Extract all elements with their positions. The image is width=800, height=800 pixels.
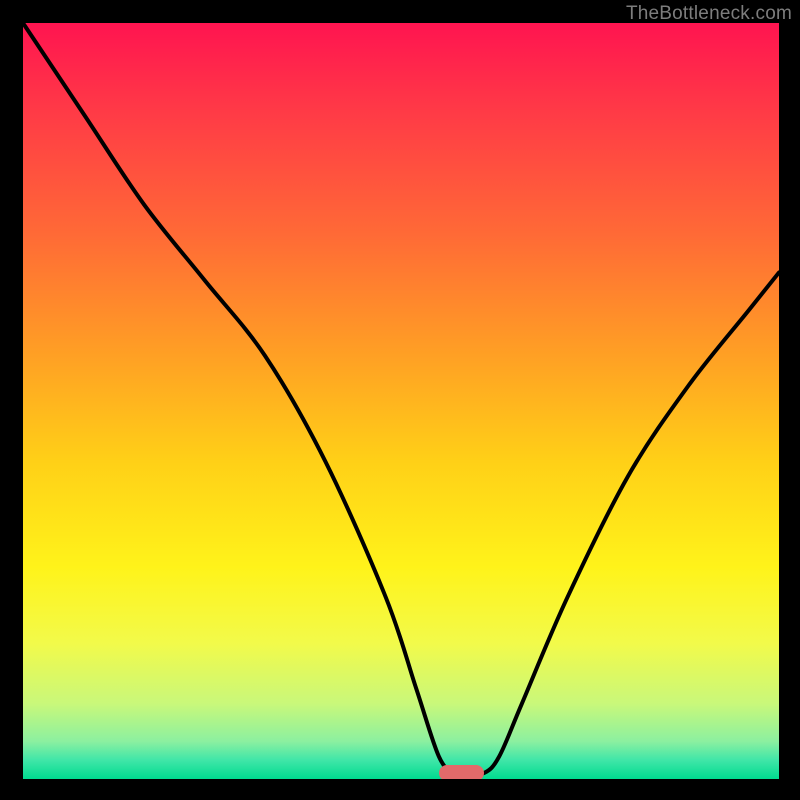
bottleneck-curve <box>23 23 779 779</box>
chart-container: TheBottleneck.com <box>0 0 800 800</box>
watermark-text: TheBottleneck.com <box>626 3 792 25</box>
plot-area <box>23 23 779 779</box>
optimal-marker <box>439 765 484 779</box>
